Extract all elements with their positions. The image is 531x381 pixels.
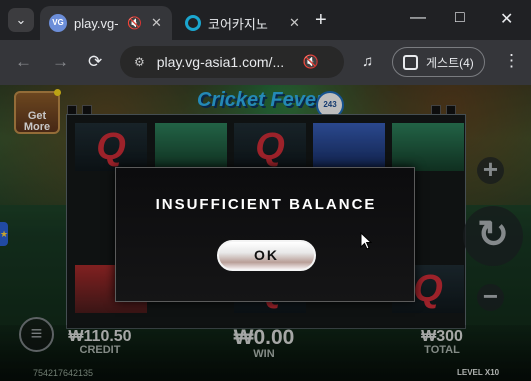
new-tab-button[interactable]: + [315,9,327,32]
inactive-tab[interactable]: 코어카지노 ✕ [176,6,302,40]
close-window-button[interactable]: ✕ [500,9,513,29]
vg-favicon-icon: VG [49,14,67,32]
tab-title: play.vg- [74,15,119,31]
guest-profile-label: 게스트(4) [426,55,474,70]
close-tab-icon[interactable]: ✕ [151,15,162,31]
reload-icon[interactable]: ⟳ [88,52,102,72]
tab-title-korean: 코어카지노 [208,16,268,32]
browser-toolbar: ← → ⟳ ⚙ play.vg-asia1.com/... 🔇 ♫ 게스트(4)… [0,40,531,85]
back-icon[interactable]: ← [15,52,32,72]
forward-icon[interactable]: → [52,52,69,72]
minimize-button[interactable]: — [410,9,426,27]
media-controls-icon[interactable]: ♫ [362,53,373,70]
browser-tab-bar: ⌄ VG play.vg- 🔇 ✕ 코어카지노 ✕ + — □ ✕ [0,0,531,40]
url-text[interactable]: play.vg-asia1.com/... [157,54,287,70]
site-settings-icon[interactable]: ⚙ [134,55,145,69]
close-tab-icon[interactable]: ✕ [289,15,300,31]
active-tab[interactable]: VG play.vg- 🔇 ✕ [40,6,172,40]
ring-favicon-icon [185,15,201,31]
profile-icon [403,54,418,70]
ok-button[interactable]: OK [217,240,316,271]
address-bar[interactable]: ⚙ play.vg-asia1.com/... 🔇 [120,46,344,78]
slot-game-canvas: Get More Cricket Fever 243 Q Q Q Q + ↻ −… [0,85,531,381]
tab-search-button[interactable]: ⌄ [8,8,34,32]
maximize-button[interactable]: □ [455,9,465,27]
mouse-cursor-icon [360,232,372,250]
guest-profile-button[interactable]: 게스트(4) [392,47,485,77]
speaker-muted-icon[interactable]: 🔇 [127,16,142,30]
chevron-down-icon: ⌄ [15,12,27,27]
speaker-muted-icon[interactable]: 🔇 [303,54,319,70]
dialog-message: INSUFFICIENT BALANCE [155,196,377,213]
browser-menu-icon[interactable]: ⋮ [503,51,520,71]
